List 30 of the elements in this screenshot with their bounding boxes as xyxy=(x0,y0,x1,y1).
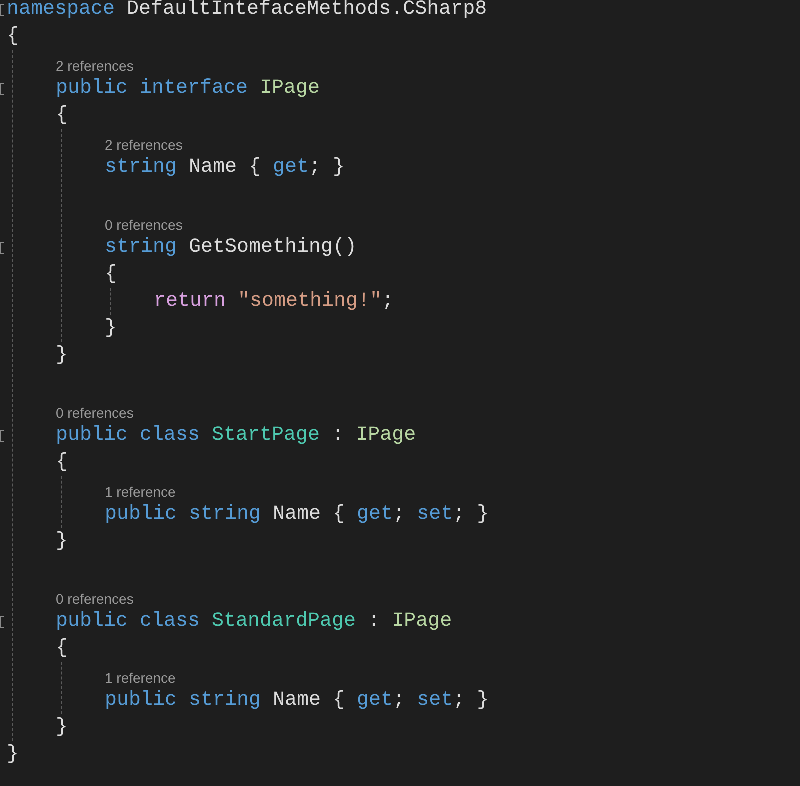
outline-marker-icon[interactable] xyxy=(0,242,4,254)
code-line: string GetSomething() xyxy=(105,235,358,261)
outline-marker-icon[interactable] xyxy=(0,430,4,442)
open-brace: { xyxy=(56,103,68,129)
open-brace: { xyxy=(7,24,20,50)
code-line: public class StartPage : IPage xyxy=(56,423,416,449)
reference-count-link[interactable]: 1 reference xyxy=(105,669,176,687)
outline-marker-icon[interactable] xyxy=(0,82,4,94)
reference-count-link[interactable]: 2 references xyxy=(56,57,134,75)
code-line: string Name { get; } xyxy=(105,155,346,181)
close-brace: } xyxy=(56,343,68,369)
open-brace: { xyxy=(105,262,118,288)
code-line: public string Name { get; set; } xyxy=(105,688,490,714)
open-brace: { xyxy=(56,636,68,662)
reference-count-link[interactable]: 2 references xyxy=(105,136,183,154)
outline-marker-icon[interactable] xyxy=(0,616,4,628)
reference-count-link[interactable]: 0 references xyxy=(56,590,134,608)
reference-count-link[interactable]: 0 references xyxy=(56,404,134,422)
code-line: public class StandardPage : IPage xyxy=(56,609,452,635)
reference-count-link[interactable]: 1 reference xyxy=(105,483,176,501)
reference-count-link[interactable]: 0 references xyxy=(105,216,183,234)
open-brace: { xyxy=(56,450,68,476)
close-brace: } xyxy=(56,715,68,741)
close-brace: } xyxy=(105,316,118,342)
code-line: public string Name { get; set; } xyxy=(105,502,490,528)
code-line: return "something!"; xyxy=(154,289,394,315)
outline-marker-icon[interactable] xyxy=(0,4,4,16)
close-brace: } xyxy=(56,529,68,555)
close-brace: } xyxy=(7,742,20,768)
code-line: public interface IPage xyxy=(56,76,320,102)
